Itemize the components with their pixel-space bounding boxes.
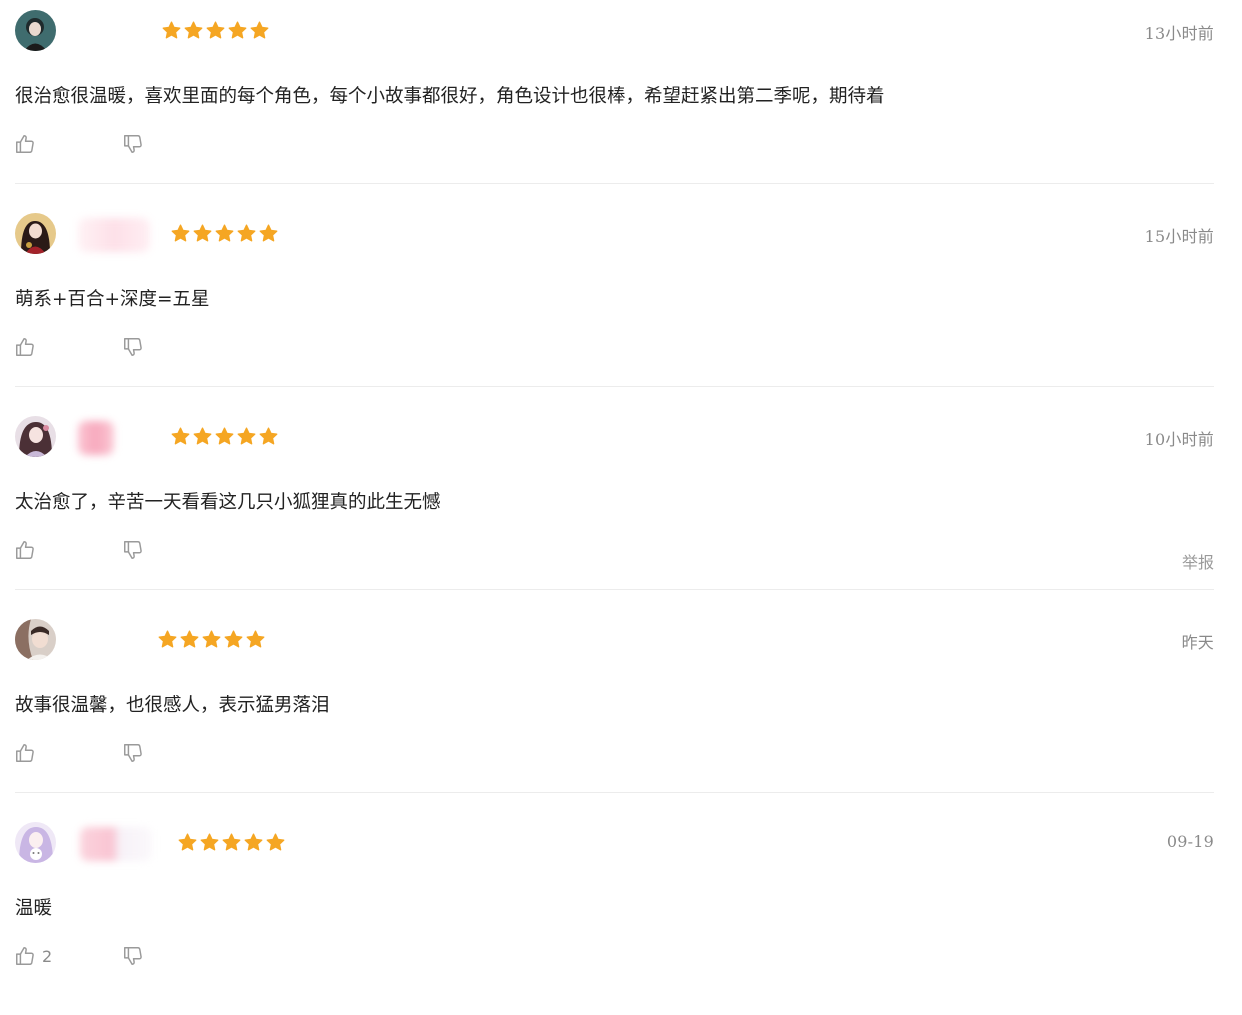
star-icon <box>180 630 199 648</box>
star-icon <box>162 21 181 39</box>
thumbs-down-icon <box>122 336 144 358</box>
divider <box>15 792 1214 793</box>
star-icon <box>228 21 247 39</box>
like-count: 2 <box>42 946 53 966</box>
star-rating <box>171 224 278 244</box>
divider <box>15 386 1214 387</box>
star-icon <box>178 833 197 851</box>
username-blurred <box>80 827 152 861</box>
comment-text: 很治愈很温暖，喜欢里面的每个角色，每个小故事都很好，角色设计也很棒，希望赶紧出第… <box>15 86 885 107</box>
thumbs-down-icon <box>122 133 144 155</box>
review-item: 15小时前 萌系+百合+深度=五星 <box>0 203 1242 406</box>
timestamp: 15小时前 <box>1144 227 1214 246</box>
thumbs-up-icon <box>14 945 36 967</box>
review-item: 昨天 故事很温馨，也很感人，表示猛男落泪 <box>0 609 1242 812</box>
thumbs-up-icon <box>14 539 36 561</box>
username-blurred <box>78 218 150 252</box>
review-item: 10小时前 太治愈了，辛苦一天看看这几只小狐狸真的此生无憾 举报 <box>0 406 1242 609</box>
dislike-button[interactable] <box>122 335 144 359</box>
like-button[interactable] <box>14 335 42 359</box>
like-button[interactable] <box>14 741 42 765</box>
like-button[interactable]: 2 <box>14 944 52 968</box>
comment-text: 萌系+百合+深度=五星 <box>15 289 210 310</box>
avatar[interactable] <box>15 213 56 254</box>
star-icon <box>224 630 243 648</box>
dislike-button[interactable] <box>122 741 144 765</box>
star-icon <box>184 21 203 39</box>
review-item: 09-19 温暖 2 <box>0 812 1242 1015</box>
avatar[interactable] <box>15 416 56 457</box>
comment-text: 太治愈了，辛苦一天看看这几只小狐狸真的此生无憾 <box>15 492 441 513</box>
timestamp: 13小时前 <box>1144 24 1214 43</box>
review-item: 13小时前 很治愈很温暖，喜欢里面的每个角色，每个小故事都很好，角色设计也很棒，… <box>0 0 1242 203</box>
star-icon <box>266 833 285 851</box>
like-button[interactable] <box>14 132 42 156</box>
dislike-button[interactable] <box>122 944 144 968</box>
star-icon <box>215 427 234 445</box>
divider <box>15 183 1214 184</box>
star-icon <box>215 224 234 242</box>
star-icon <box>171 224 190 242</box>
thumbs-down-icon <box>122 539 144 561</box>
star-icon <box>193 427 212 445</box>
star-icon <box>237 427 256 445</box>
divider <box>15 589 1214 590</box>
username-blurred <box>78 421 114 455</box>
star-rating <box>178 833 285 853</box>
star-rating <box>158 630 265 650</box>
timestamp: 10小时前 <box>1144 430 1214 449</box>
timestamp: 昨天 <box>1181 633 1214 652</box>
dislike-button[interactable] <box>122 132 144 156</box>
report-link[interactable]: 举报 <box>1182 549 1214 573</box>
star-icon <box>244 833 263 851</box>
avatar[interactable] <box>15 619 56 660</box>
star-icon <box>202 630 221 648</box>
comment-text: 故事很温馨，也很感人，表示猛男落泪 <box>15 695 330 716</box>
thumbs-up-icon <box>14 133 36 155</box>
star-icon <box>237 224 256 242</box>
star-rating <box>171 427 278 447</box>
star-icon <box>259 224 278 242</box>
star-icon <box>222 833 241 851</box>
timestamp: 09-19 <box>1166 832 1214 851</box>
thumbs-down-icon <box>122 742 144 764</box>
star-icon <box>171 427 190 445</box>
star-rating <box>162 21 269 41</box>
thumbs-up-icon <box>14 742 36 764</box>
star-icon <box>206 21 225 39</box>
avatar[interactable] <box>15 10 56 51</box>
star-icon <box>250 21 269 39</box>
like-button[interactable] <box>14 538 42 562</box>
star-icon <box>200 833 219 851</box>
star-icon <box>246 630 265 648</box>
comment-text: 温暖 <box>15 898 53 919</box>
thumbs-up-icon <box>14 336 36 358</box>
avatar[interactable] <box>15 822 56 863</box>
thumbs-down-icon <box>122 945 144 967</box>
star-icon <box>158 630 177 648</box>
dislike-button[interactable] <box>122 538 144 562</box>
star-icon <box>193 224 212 242</box>
star-icon <box>259 427 278 445</box>
